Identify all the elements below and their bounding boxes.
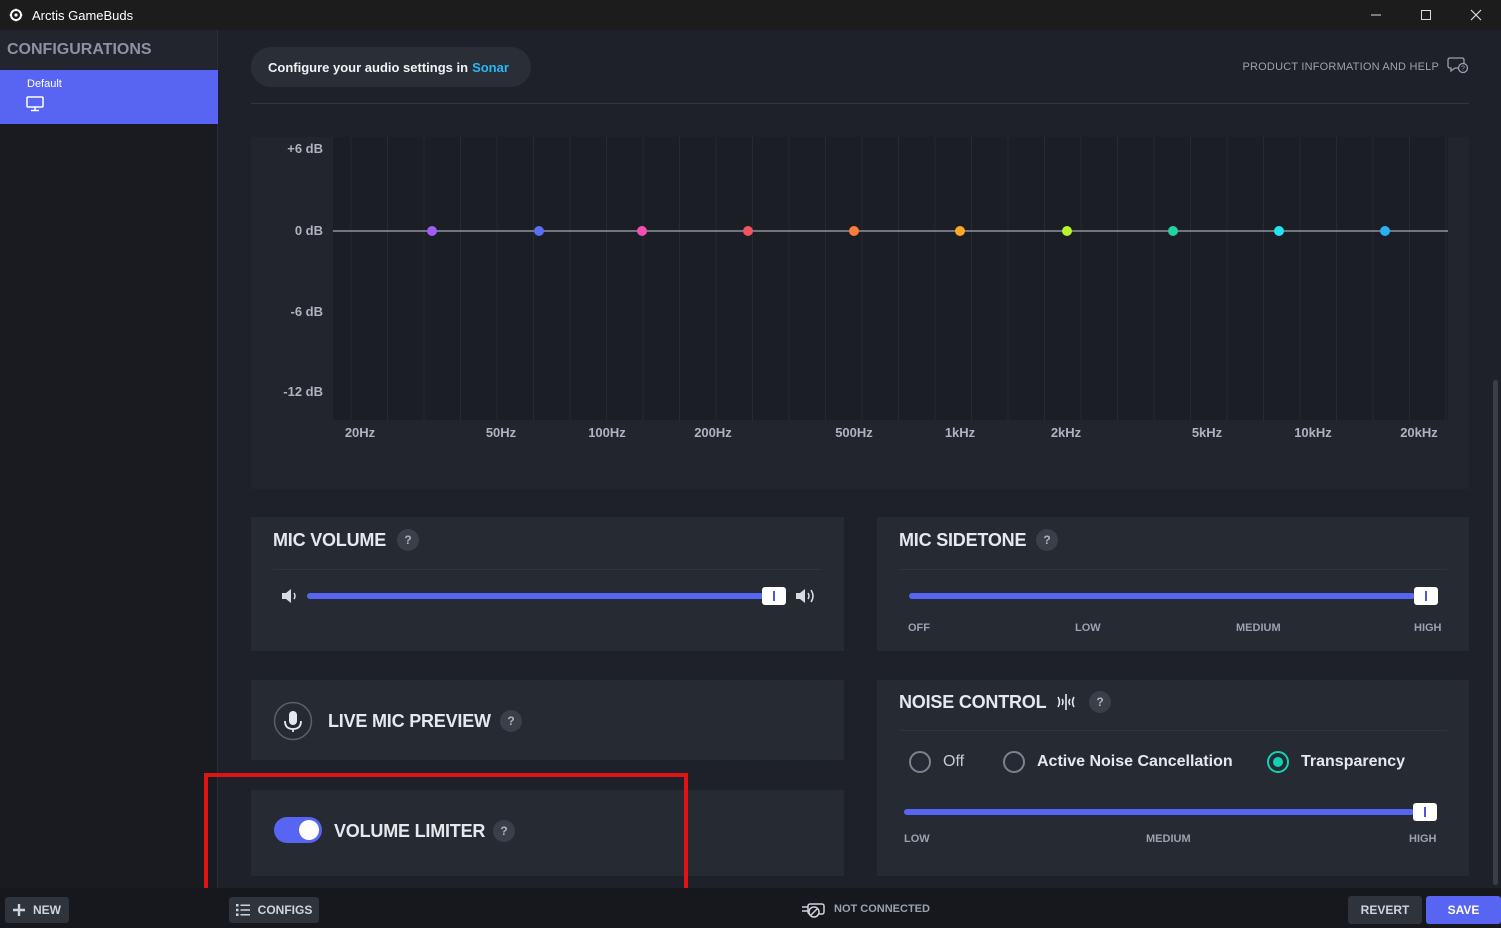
app-logo-icon: [8, 7, 24, 23]
list-icon: [235, 904, 250, 916]
eq-freq-label: 10kHz: [1294, 425, 1332, 440]
noise-off-label[interactable]: Off: [943, 753, 964, 771]
sidetone-label-medium: MEDIUM: [1236, 622, 1281, 634]
eq-band-handle[interactable]: [849, 226, 859, 236]
plus-icon: [13, 904, 25, 916]
save-button[interactable]: SAVE: [1426, 896, 1501, 924]
mic-sidetone-slider-track[interactable]: [909, 593, 1415, 599]
sonar-link[interactable]: Sonar: [472, 60, 509, 75]
eq-freq-label: 20kHz: [1400, 425, 1438, 440]
new-config-label: NEW: [33, 903, 61, 917]
eq-freq-label: 50Hz: [486, 425, 517, 440]
svg-text:?: ?: [1461, 66, 1465, 73]
eq-band-handle[interactable]: [637, 226, 647, 236]
noise-wave-icon: [1053, 692, 1079, 717]
eq-db-label: -12 dB: [283, 384, 323, 399]
monitor-icon: [26, 96, 44, 117]
noise-anc-radio[interactable]: [1003, 751, 1025, 773]
config-item-label: Default: [27, 78, 62, 90]
eq-band-handle[interactable]: [534, 226, 544, 236]
eq-freq-label: 100Hz: [588, 425, 626, 440]
scrollbar-thumb[interactable]: [1493, 380, 1498, 885]
noise-control-divider: [899, 730, 1447, 731]
config-item-default[interactable]: Default: [0, 70, 218, 124]
eq-band-handle[interactable]: [1380, 226, 1390, 236]
sonar-banner[interactable]: Configure your audio settings in Sonar: [251, 47, 531, 87]
noise-anc-label[interactable]: Active Noise Cancellation: [1037, 753, 1233, 771]
eq-db-label: 0 dB: [295, 223, 323, 238]
eq-band-handle[interactable]: [743, 226, 753, 236]
new-config-button[interactable]: NEW: [5, 897, 69, 923]
configs-button[interactable]: CONFIGS: [229, 897, 319, 923]
mic-volume-help-button[interactable]: ?: [397, 529, 419, 551]
eq-band-handle[interactable]: [955, 226, 965, 236]
close-button[interactable]: [1451, 0, 1501, 30]
eq-band-handle[interactable]: [1168, 226, 1178, 236]
noise-control-help-button[interactable]: ?: [1089, 691, 1111, 713]
product-help-label: PRODUCT INFORMATION AND HELP: [1242, 60, 1439, 73]
mic-volume-slider-track[interactable]: [307, 593, 772, 599]
equalizer-graph[interactable]: +6 dB 0 dB -6 dB -12 dB 20Hz 50Hz 100Hz 200Hz 50…: [251, 137, 1469, 467]
footer-bar: NEW CONFIGS NOT CONNECTED REVERT SAVE: [0, 888, 1501, 928]
minimize-button[interactable]: [1351, 0, 1401, 30]
eq-freq-label: 1kHz: [945, 425, 976, 440]
noise-off-radio[interactable]: [909, 751, 931, 773]
eq-freq-label: 200Hz: [694, 425, 732, 440]
sidetone-label-high: HIGH: [1414, 622, 1442, 634]
volume-low-icon[interactable]: [280, 587, 300, 610]
transparency-label-medium: MEDIUM: [1146, 833, 1191, 845]
window-title: Arctis GameBuds: [32, 7, 134, 23]
eq-freq-label: 500Hz: [835, 425, 873, 440]
mic-volume-divider: [273, 569, 822, 570]
transparency-level-slider-track[interactable]: [904, 809, 1414, 815]
eq-band-handle[interactable]: [1062, 226, 1072, 236]
eq-db-label: +6 dB: [287, 141, 323, 156]
maximize-button[interactable]: [1401, 0, 1451, 30]
eq-freq-label: 20Hz: [345, 425, 376, 440]
eq-freq-label: 5kHz: [1192, 425, 1223, 440]
configurations-sidebar: CONFIGURATIONS Default: [0, 30, 218, 888]
eq-band-handle[interactable]: [1274, 226, 1284, 236]
mic-volume-slider-thumb[interactable]: [762, 587, 786, 605]
transparency-label-low: LOW: [904, 833, 930, 845]
connection-status-label: NOT CONNECTED: [834, 903, 930, 915]
noise-transparency-label[interactable]: Transparency: [1301, 753, 1405, 771]
mic-sidetone-help-button[interactable]: ?: [1036, 529, 1058, 551]
mic-sidetone-title: MIC SIDETONE: [899, 530, 1027, 550]
mic-sidetone-slider-thumb[interactable]: [1414, 587, 1438, 605]
configs-label: CONFIGS: [257, 903, 313, 917]
configurations-header: CONFIGURATIONS: [0, 30, 217, 70]
mic-volume-title: MIC VOLUME: [273, 530, 386, 550]
noise-transparency-radio[interactable]: [1267, 751, 1289, 773]
eq-db-label: -6 dB: [291, 304, 324, 319]
volume-limiter-toggle[interactable]: [274, 817, 322, 843]
transparency-level-slider-thumb[interactable]: [1413, 803, 1437, 821]
title-bar: Arctis GameBuds: [0, 0, 1501, 30]
live-mic-preview-help-button[interactable]: ?: [500, 710, 522, 732]
connection-status: NOT CONNECTED: [800, 900, 930, 918]
revert-button[interactable]: REVERT: [1348, 896, 1422, 924]
eq-band-handle[interactable]: [427, 226, 437, 236]
volume-high-icon[interactable]: [794, 586, 816, 611]
disconnected-device-icon: [800, 900, 828, 918]
eq-freq-label: 2kHz: [1051, 425, 1082, 440]
sidetone-label-off: OFF: [908, 622, 930, 634]
help-chat-icon: ?: [1447, 56, 1469, 77]
transparency-label-high: HIGH: [1409, 833, 1437, 845]
product-help-link[interactable]: PRODUCT INFORMATION AND HELP ?: [1243, 56, 1470, 77]
mic-sidetone-divider: [899, 569, 1447, 570]
top-divider: [251, 103, 1469, 104]
sidetone-label-low: LOW: [1075, 622, 1101, 634]
sonar-banner-text: Configure your audio settings in: [268, 59, 469, 75]
noise-control-title: NOISE CONTROL: [899, 692, 1047, 712]
microphone-icon[interactable]: [273, 701, 313, 746]
volume-limiter-help-button[interactable]: ?: [493, 820, 515, 842]
live-mic-preview-title: LIVE MIC PREVIEW: [328, 711, 491, 731]
volume-limiter-title: VOLUME LIMITER: [334, 821, 486, 841]
